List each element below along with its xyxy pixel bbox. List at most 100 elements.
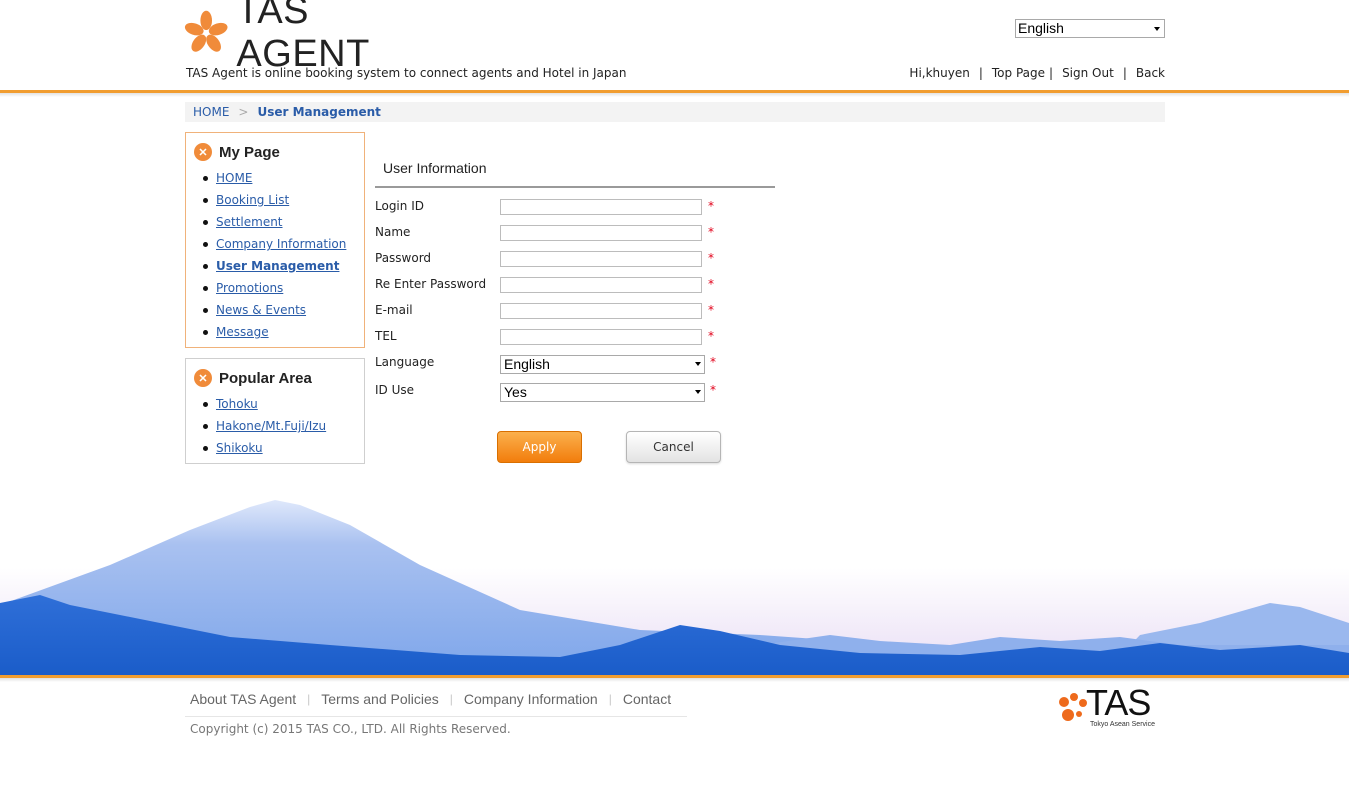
sidebar-item-news-events[interactable]: News & Events xyxy=(216,303,306,317)
required-mark: * xyxy=(708,199,714,213)
sidebar-item-booking-list[interactable]: Booking List xyxy=(216,193,289,207)
nav-separator: | xyxy=(978,66,983,80)
tas-logo-text: TAS xyxy=(1086,682,1151,723)
chevron-down-icon xyxy=(695,362,701,366)
nav-separator: | xyxy=(1122,66,1127,80)
language-row: Language English * xyxy=(375,355,775,375)
list-item: Settlement xyxy=(202,211,356,233)
footer-rule xyxy=(185,716,687,717)
required-mark: * xyxy=(708,225,714,239)
list-item: News & Events xyxy=(202,299,356,321)
language-dropdown[interactable]: English xyxy=(500,355,705,374)
chevron-down-icon xyxy=(695,390,701,394)
re-password-field[interactable] xyxy=(500,277,702,293)
tel-field[interactable] xyxy=(500,329,702,345)
sign-out-link[interactable]: Sign Out xyxy=(1062,66,1114,80)
form-title-divider xyxy=(375,186,775,188)
login-id-row: Login ID * xyxy=(375,199,775,219)
password-field[interactable] xyxy=(500,251,702,267)
footer-nav: About TAS Agent | Terms and Policies | C… xyxy=(190,691,671,707)
area-link-shikoku[interactable]: Shikoku xyxy=(216,441,263,455)
header-shadow xyxy=(0,93,1349,97)
tas-agent-logo[interactable]: TAS AGENT xyxy=(184,0,444,75)
breadcrumb: HOME > User Management xyxy=(185,102,1165,122)
language-select-value: English xyxy=(1018,20,1064,36)
tas-logo-subtitle: Tokyo Asean Service xyxy=(1090,721,1155,728)
form-title: User Information xyxy=(383,160,487,176)
apply-button[interactable]: Apply xyxy=(497,431,582,463)
login-id-label: Login ID xyxy=(375,199,424,213)
list-item: Booking List xyxy=(202,189,356,211)
footer-separator: | xyxy=(608,692,612,706)
mount-fuji-illustration xyxy=(0,495,1349,677)
user-greeting: Hi,khuyen xyxy=(909,66,970,80)
breadcrumb-current: User Management xyxy=(257,105,381,119)
sidebar-item-promotions[interactable]: Promotions xyxy=(216,281,283,295)
language-select[interactable]: English xyxy=(1015,19,1165,38)
popular-area-list: Tohoku Hakone/Mt.Fuji/Izu Shikoku xyxy=(194,393,356,459)
email-row: E-mail * xyxy=(375,303,775,323)
tel-row: TEL * xyxy=(375,329,775,349)
id-use-row: ID Use Yes * xyxy=(375,383,775,403)
sidebar-item-message[interactable]: Message xyxy=(216,325,269,339)
popular-area-box: ✕ Popular Area Tohoku Hakone/Mt.Fuji/Izu… xyxy=(185,358,365,464)
list-item: Tohoku xyxy=(202,393,356,415)
id-use-label: ID Use xyxy=(375,383,415,397)
orange-badge-icon: ✕ xyxy=(194,369,212,387)
id-use-dropdown-value: Yes xyxy=(504,384,527,400)
tas-company-logo: TAS Tokyo Asean Service xyxy=(1052,682,1162,732)
name-row: Name * xyxy=(375,225,775,245)
header: TAS AGENT TAS Agent is online booking sy… xyxy=(0,0,1349,97)
list-item: HOME xyxy=(202,167,356,189)
sidebar-item-user-management[interactable]: User Management xyxy=(216,259,339,273)
breadcrumb-home[interactable]: HOME xyxy=(193,105,229,119)
name-label: Name xyxy=(375,225,411,239)
list-item: Promotions xyxy=(202,277,356,299)
list-item: Shikoku xyxy=(202,437,356,459)
top-nav: Hi,khuyen | Top Page | Sign Out | Back xyxy=(909,66,1165,80)
footer-link-about[interactable]: About TAS Agent xyxy=(190,691,296,707)
my-page-box: ✕ My Page HOME Booking List Settlement C… xyxy=(185,132,365,348)
popular-area-title-text: Popular Area xyxy=(219,369,312,387)
cancel-button[interactable]: Cancel xyxy=(626,431,721,463)
list-item: Message xyxy=(202,321,356,343)
top-page-link[interactable]: Top Page xyxy=(992,66,1045,80)
footer-link-terms[interactable]: Terms and Policies xyxy=(321,691,439,707)
password-label: Password xyxy=(375,251,432,265)
back-link[interactable]: Back xyxy=(1136,66,1165,80)
re-password-label: Re Enter Password xyxy=(375,277,487,291)
required-mark: * xyxy=(708,329,714,343)
breadcrumb-arrow-icon: > xyxy=(238,105,249,119)
area-link-hakone[interactable]: Hakone/Mt.Fuji/Izu xyxy=(216,419,326,433)
required-mark: * xyxy=(710,383,716,397)
footer-separator: | xyxy=(307,692,311,706)
orange-badge-icon: ✕ xyxy=(194,143,212,161)
required-mark: * xyxy=(708,251,714,265)
id-use-dropdown[interactable]: Yes xyxy=(500,383,705,402)
sidebar-item-settlement[interactable]: Settlement xyxy=(216,215,283,229)
my-page-list: HOME Booking List Settlement Company Inf… xyxy=(194,167,356,343)
required-mark: * xyxy=(708,303,714,317)
email-field[interactable] xyxy=(500,303,702,319)
language-label: Language xyxy=(375,355,435,369)
language-dropdown-value: English xyxy=(504,356,550,372)
list-item: Hakone/Mt.Fuji/Izu xyxy=(202,415,356,437)
logo-text: TAS AGENT xyxy=(236,0,370,75)
footer-link-contact[interactable]: Contact xyxy=(623,691,671,707)
sakura-flower-icon xyxy=(184,10,228,52)
tagline: TAS Agent is online booking system to co… xyxy=(186,66,627,80)
my-page-title-text: My Page xyxy=(219,143,280,161)
my-page-title: ✕ My Page xyxy=(194,143,356,161)
footer-separator: | xyxy=(449,692,453,706)
nav-separator: | xyxy=(1049,66,1054,80)
tel-label: TEL xyxy=(375,329,397,343)
password-row: Password * xyxy=(375,251,775,271)
sidebar-item-home[interactable]: HOME xyxy=(216,171,252,185)
required-mark: * xyxy=(708,277,714,291)
sidebar-item-company-information[interactable]: Company Information xyxy=(216,237,346,251)
popular-area-title: ✕ Popular Area xyxy=(194,369,356,387)
area-link-tohoku[interactable]: Tohoku xyxy=(216,397,258,411)
name-field[interactable] xyxy=(500,225,702,241)
footer-link-company[interactable]: Company Information xyxy=(464,691,598,707)
login-id-field[interactable] xyxy=(500,199,702,215)
